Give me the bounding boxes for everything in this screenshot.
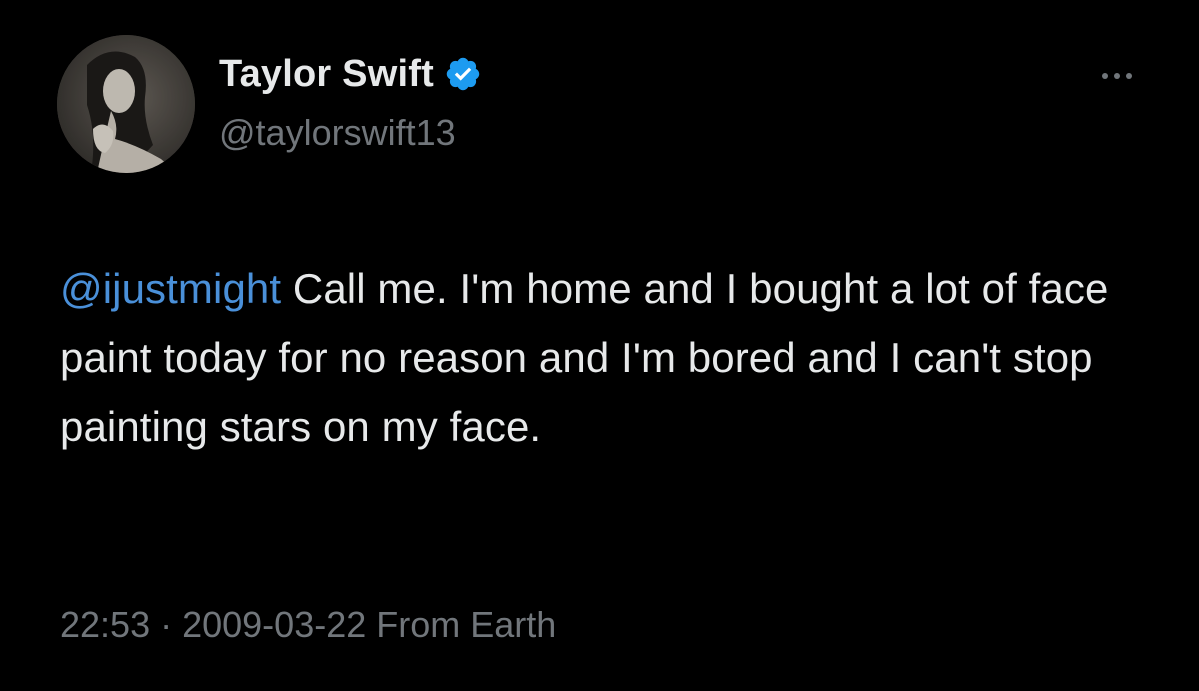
avatar[interactable] <box>57 35 195 173</box>
author-name-row[interactable]: Taylor Swift <box>219 50 482 98</box>
verified-badge-icon <box>446 57 480 91</box>
author-name[interactable]: Taylor Swift <box>219 53 434 96</box>
tweet-text: @ijustmight Call me. I'm home and I boug… <box>60 254 1140 461</box>
ellipsis-icon <box>1126 73 1132 79</box>
ellipsis-icon <box>1102 73 1108 79</box>
mention-link[interactable]: @ijustmight <box>60 265 281 312</box>
tweet-time[interactable]: 22:53 <box>60 604 150 645</box>
meta-separator: · <box>150 604 183 645</box>
tweet-metadata: 22:53 · 2009-03-22 From Earth <box>60 604 556 646</box>
author-handle[interactable]: @taylorswift13 <box>219 112 456 154</box>
tweet-card: Taylor Swift @taylorswift13 @ijustmight … <box>0 0 1199 691</box>
more-options-button[interactable] <box>1087 62 1147 90</box>
ellipsis-icon <box>1114 73 1120 79</box>
tweet-source: From Earth <box>366 604 557 645</box>
tweet-date[interactable]: 2009-03-22 <box>182 604 366 645</box>
profile-photo-icon <box>57 35 195 173</box>
